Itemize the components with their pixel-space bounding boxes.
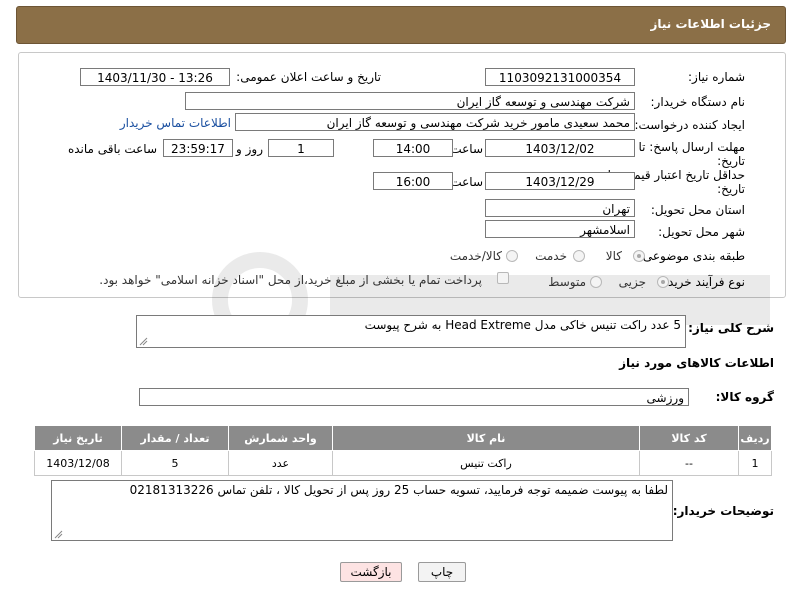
need-number-label: شماره نیاز: — [688, 70, 745, 84]
column-header-date: تاریخ نیاز — [34, 425, 122, 451]
category-label: طبقه بندی موضوعی: — [638, 249, 745, 263]
category-option-goods-service: کالا/خدمت — [449, 249, 502, 263]
deadline-label: مهلت ارسال پاسخ: تا — [638, 140, 745, 154]
validity-time-field[interactable]: 16:00 — [373, 172, 453, 190]
province-field[interactable]: تهران — [485, 199, 635, 217]
cell-qty: 5 — [121, 450, 229, 476]
process-option-medium: متوسط — [548, 275, 586, 289]
category-radio-goods-service[interactable] — [506, 250, 518, 262]
deadline-date-label: تاریخ: — [717, 154, 745, 168]
goods-group-field[interactable]: ورزشی — [139, 388, 689, 406]
description-label: شرح کلی نیاز: — [688, 321, 774, 335]
announce-field[interactable]: 1403/11/30 - 13:26 — [80, 68, 230, 86]
remaining-label: ساعت باقی مانده — [67, 142, 157, 156]
buyer-notes-textarea[interactable]: لطفا به پیوست ضمیمه توجه فرمایید، تسویه … — [51, 480, 673, 541]
print-button[interactable]: چاپ — [418, 562, 466, 582]
cell-code: -- — [639, 450, 739, 476]
deadline-time-field[interactable]: 14:00 — [373, 139, 453, 157]
goods-group-label: گروه کالا: — [715, 390, 774, 404]
days-field[interactable]: 1 — [268, 139, 334, 157]
buyer-org-field[interactable]: شرکت مهندسی و توسعه گاز ایران — [185, 92, 635, 110]
announce-label: تاریخ و ساعت اعلان عمومی: — [236, 70, 381, 84]
city-label: شهر محل تحویل: — [658, 225, 745, 239]
validity-time-label: ساعت — [450, 175, 483, 189]
goods-table-header: ردیف کد کالا نام کالا واحد شمارش تعداد /… — [34, 425, 772, 451]
cell-unit: عدد — [228, 450, 333, 476]
creator-label: ایجاد کننده درخواست: — [634, 118, 745, 132]
process-option-minor: جزیی — [618, 275, 646, 289]
process-radio-medium[interactable] — [590, 276, 602, 288]
column-header-unit: واحد شمارش — [228, 425, 333, 451]
table-row: 1 -- راکت تنیس عدد 5 1403/12/08 — [34, 450, 772, 476]
column-header-row: ردیف — [738, 425, 772, 451]
resize-grip-icon[interactable] — [54, 530, 63, 539]
city-field[interactable]: اسلامشهر — [485, 220, 635, 238]
creator-field[interactable]: محمد سعیدی مامور خرید شرکت مهندسی و توسع… — [235, 113, 635, 131]
category-radio-goods[interactable] — [633, 250, 645, 262]
need-number-field[interactable]: 1103092131000354 — [485, 68, 635, 86]
cell-name: راکت تنیس — [332, 450, 640, 476]
column-header-qty: تعداد / مقدار — [121, 425, 229, 451]
page-header: جزئیات اطلاعات نیاز — [16, 6, 786, 44]
province-label: استان محل تحویل: — [650, 203, 745, 217]
days-label: روز و — [236, 142, 263, 156]
page-title: جزئیات اطلاعات نیاز — [650, 17, 771, 31]
treasury-payment-checkbox[interactable] — [497, 272, 509, 284]
cell-row: 1 — [738, 450, 772, 476]
category-radio-service[interactable] — [573, 250, 585, 262]
category-option-goods: کالا — [605, 249, 622, 263]
resize-grip-icon[interactable] — [139, 337, 148, 346]
remaining-time-field[interactable]: 23:59:17 — [163, 139, 233, 157]
goods-table: ردیف کد کالا نام کالا واحد شمارش تعداد /… — [34, 425, 772, 476]
buyer-org-label: نام دستگاه خریدار: — [650, 95, 746, 109]
process-radio-minor[interactable] — [657, 276, 669, 288]
cell-date: 1403/12/08 — [34, 450, 122, 476]
validity-date-field[interactable]: 1403/12/29 — [485, 172, 635, 190]
description-text: 5 عدد راکت تنیس خاکی مدل Head Extreme به… — [364, 318, 681, 332]
process-label: نوع فرآیند خرید : — [660, 275, 745, 289]
deadline-date-field[interactable]: 1403/12/02 — [485, 139, 635, 157]
buyer-notes-text: لطفا به پیوست ضمیمه توجه فرمایید، تسویه … — [129, 483, 668, 497]
back-button[interactable]: بازگشت — [340, 562, 402, 582]
column-header-name: نام کالا — [332, 425, 640, 451]
treasury-payment-note: پرداخت تمام یا بخشی از مبلغ خرید،از محل … — [99, 273, 482, 287]
deadline-time-label: ساعت — [450, 142, 483, 156]
category-option-service: خدمت — [535, 249, 567, 263]
buyer-contact-link[interactable]: اطلاعات تماس خریدار — [120, 116, 231, 130]
buyer-notes-label: توضیحات خریدار: — [672, 504, 774, 518]
goods-section-title: اطلاعات کالاهای مورد نیاز — [619, 356, 774, 370]
validity-date-label: تاریخ: — [717, 182, 745, 196]
description-textarea[interactable]: 5 عدد راکت تنیس خاکی مدل Head Extreme به… — [136, 315, 686, 348]
column-header-code: کد کالا — [639, 425, 739, 451]
